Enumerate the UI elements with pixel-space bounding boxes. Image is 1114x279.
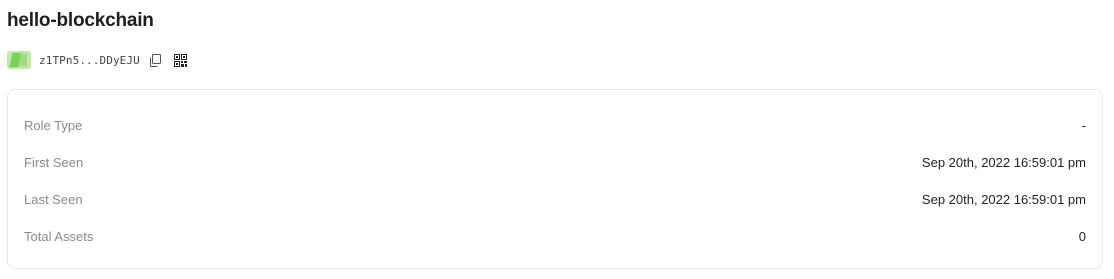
detail-value: Sep 20th, 2022 16:59:01 pm xyxy=(921,154,1086,170)
account-details-card: Role Type - First Seen Sep 20th, 2022 16… xyxy=(7,89,1103,269)
page-title: hello-blockchain xyxy=(7,10,154,31)
detail-value: Sep 20th, 2022 16:59:01 pm xyxy=(921,191,1086,207)
account-address[interactable]: z1TPn5...DDyEJU xyxy=(39,54,140,67)
detail-row-first-seen: First Seen Sep 20th, 2022 16:59:01 pm xyxy=(24,152,1086,172)
detail-row-role-type: Role Type - xyxy=(24,115,1086,135)
detail-label: First Seen xyxy=(24,154,84,170)
detail-value: - xyxy=(1081,117,1086,133)
qr-code-icon[interactable] xyxy=(174,53,188,67)
detail-label: Last Seen xyxy=(24,191,83,207)
detail-label: Total Assets xyxy=(24,228,94,244)
account-avatar xyxy=(7,51,31,69)
detail-row-last-seen: Last Seen Sep 20th, 2022 16:59:01 pm xyxy=(24,189,1086,209)
detail-label: Role Type xyxy=(24,117,83,133)
detail-value: 0 xyxy=(1078,228,1086,244)
copy-icon[interactable] xyxy=(148,53,162,67)
account-address-row: z1TPn5...DDyEJU xyxy=(7,51,188,69)
detail-row-total-assets: Total Assets 0 xyxy=(24,226,1086,246)
